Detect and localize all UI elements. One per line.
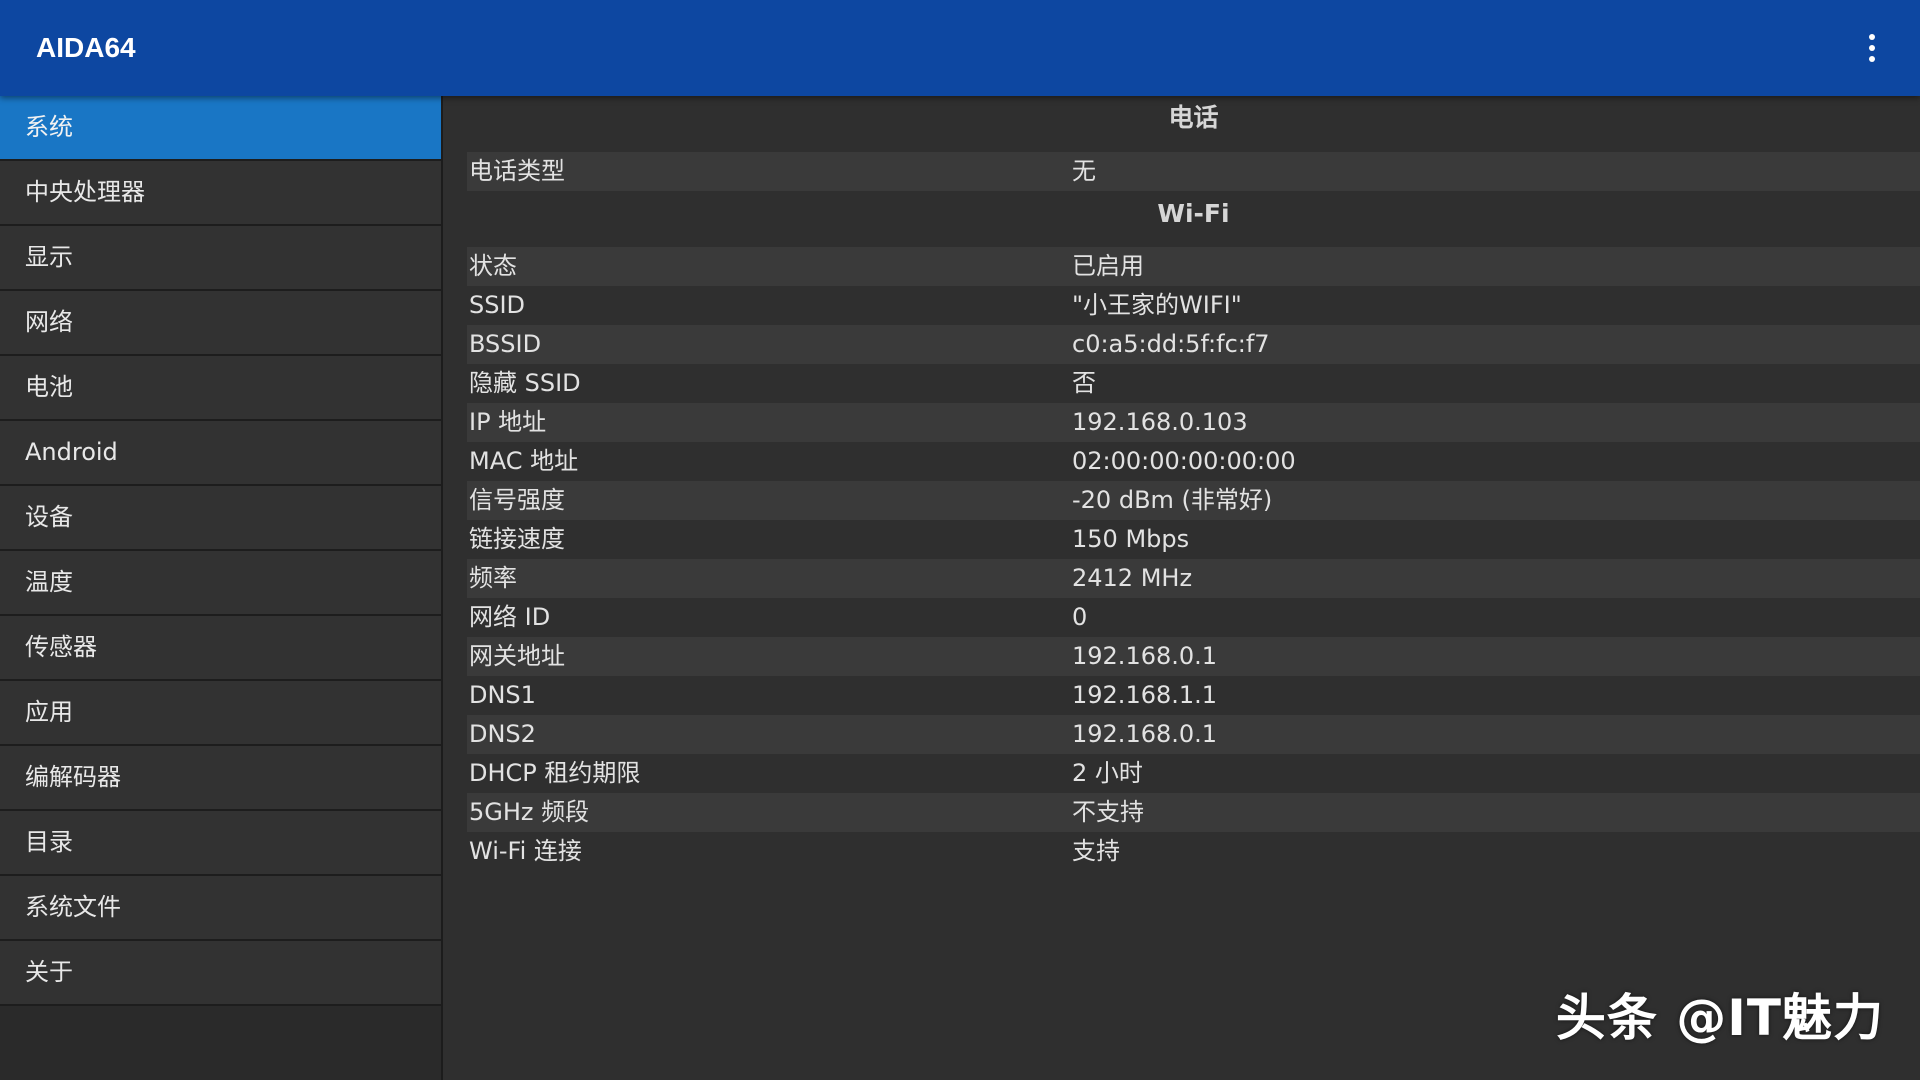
- info-key: 电话类型: [469, 157, 565, 185]
- info-key: 状态: [469, 252, 517, 280]
- info-value: 192.168.0.103: [1072, 408, 1248, 436]
- info-value: 150 Mbps: [1072, 525, 1190, 553]
- app-bar: AIDA64: [0, 0, 1920, 96]
- info-row: 隐藏 SSID 否: [467, 364, 1920, 403]
- info-value: 支持: [1072, 837, 1120, 865]
- sidebar-item-apps[interactable]: 应用: [0, 681, 441, 746]
- info-row: 信号强度 -20 dBm (非常好): [467, 481, 1920, 520]
- info-key: IP 地址: [469, 408, 547, 436]
- info-value: 02:00:00:00:00:00: [1072, 447, 1296, 475]
- sidebar-item-label: 电池: [25, 373, 73, 401]
- info-key: 隐藏 SSID: [469, 369, 581, 397]
- info-key: DNS1: [469, 681, 536, 709]
- info-row: 网关地址 192.168.0.1: [467, 637, 1920, 676]
- info-row: DNS2 192.168.0.1: [467, 715, 1920, 754]
- info-row: 链接速度 150 Mbps: [467, 520, 1920, 559]
- sidebar-item-label: 关于: [25, 958, 73, 986]
- info-value: 192.168.0.1: [1072, 720, 1218, 748]
- sidebar-item-label: Android: [25, 438, 118, 466]
- sidebar-item-android[interactable]: Android: [0, 421, 441, 486]
- info-value: 否: [1072, 369, 1096, 397]
- watermark: 头条 @IT魅力: [1555, 989, 1884, 1047]
- info-key: BSSID: [469, 330, 542, 358]
- sidebar-item-network[interactable]: 网络: [0, 291, 441, 356]
- info-key: DHCP 租约期限: [469, 759, 641, 787]
- app-title: AIDA64: [36, 32, 136, 63]
- sidebar-item-system[interactable]: 系统: [0, 96, 441, 161]
- info-value: 192.168.1.1: [1072, 681, 1218, 709]
- info-key: DNS2: [469, 720, 536, 748]
- sidebar-item-label: 网络: [25, 308, 73, 336]
- app-window: AIDA64 系统 中央处理器 显示 网络 电池 Android 设备 温度 传…: [0, 0, 1920, 1080]
- section-title-wifi: Wi-Fi: [1157, 199, 1230, 228]
- info-row: 状态 已启用: [467, 247, 1920, 286]
- info-value: -20 dBm (非常好): [1072, 486, 1273, 514]
- sidebar-item-label: 系统文件: [25, 893, 121, 921]
- info-value: 192.168.0.1: [1072, 642, 1218, 670]
- sidebar-item-battery[interactable]: 电池: [0, 356, 441, 421]
- info-value: 已启用: [1072, 252, 1144, 280]
- sidebar-item-codecs[interactable]: 编解码器: [0, 746, 441, 811]
- info-value: 不支持: [1072, 798, 1144, 826]
- sidebar: 系统 中央处理器 显示 网络 电池 Android 设备 温度 传感器 应用 编: [0, 96, 443, 1080]
- sidebar-item-label: 传感器: [25, 633, 97, 661]
- info-row: MAC 地址 02:00:00:00:00:00: [467, 442, 1920, 481]
- info-value: "小王家的WIFI": [1072, 291, 1242, 319]
- sidebar-item-directories[interactable]: 目录: [0, 811, 441, 876]
- sidebar-item-display[interactable]: 显示: [0, 226, 441, 291]
- info-row: 频率 2412 MHz: [467, 559, 1920, 598]
- info-key: 信号强度: [469, 486, 565, 514]
- sidebar-item-label: 编解码器: [25, 763, 121, 791]
- sidebar-item-label: 显示: [25, 243, 73, 271]
- sidebar-item-label: 目录: [25, 828, 73, 856]
- sidebar-item-devices[interactable]: 设备: [0, 486, 441, 551]
- info-row: 网络 ID 0: [467, 598, 1920, 637]
- sidebar-item-system-files[interactable]: 系统文件: [0, 876, 441, 941]
- info-row: DHCP 租约期限 2 小时: [467, 754, 1920, 793]
- info-row: 电话类型 无: [467, 152, 1920, 191]
- details-panel: 电话 电话类型 无 Wi-Fi 状态 已启用 SSID "小王家的WIFI" B…: [443, 96, 1920, 1080]
- sidebar-item-cpu[interactable]: 中央处理器: [0, 161, 441, 226]
- info-key: 网关地址: [469, 642, 565, 670]
- info-key: MAC 地址: [469, 447, 579, 475]
- info-row: BSSID c0:a5:dd:5f:fc:f7: [467, 325, 1920, 364]
- info-key: 网络 ID: [469, 603, 551, 631]
- sidebar-item-thermal[interactable]: 温度: [0, 551, 441, 616]
- info-row: Wi-Fi 连接 支持: [467, 832, 1920, 871]
- sidebar-item-label: 中央处理器: [25, 178, 145, 206]
- sidebar-item-label: 温度: [25, 568, 73, 596]
- info-row: DNS1 192.168.1.1: [467, 676, 1920, 715]
- info-value: c0:a5:dd:5f:fc:f7: [1072, 330, 1270, 358]
- info-key: 链接速度: [469, 525, 565, 553]
- sidebar-item-label: 系统: [25, 113, 73, 141]
- info-value: 无: [1072, 157, 1096, 185]
- info-row: IP 地址 192.168.0.103: [467, 403, 1920, 442]
- sidebar-item-label: 设备: [25, 503, 73, 531]
- sidebar-item-label: 应用: [25, 698, 73, 726]
- section-title-phone: 电话: [1168, 103, 1219, 132]
- info-row: 5GHz 频段 不支持: [467, 793, 1920, 832]
- info-row: SSID "小王家的WIFI": [467, 286, 1920, 325]
- sidebar-item-about[interactable]: 关于: [0, 941, 441, 1006]
- info-key: SSID: [469, 291, 526, 319]
- info-value: 2 小时: [1072, 759, 1143, 787]
- sidebar-item-sensors[interactable]: 传感器: [0, 616, 441, 681]
- info-key: Wi-Fi 连接: [469, 837, 582, 865]
- info-value: 0: [1072, 603, 1088, 631]
- info-key: 5GHz 频段: [469, 798, 590, 826]
- info-key: 频率: [469, 564, 517, 592]
- info-value: 2412 MHz: [1072, 564, 1193, 592]
- overflow-menu-button[interactable]: [1848, 24, 1896, 72]
